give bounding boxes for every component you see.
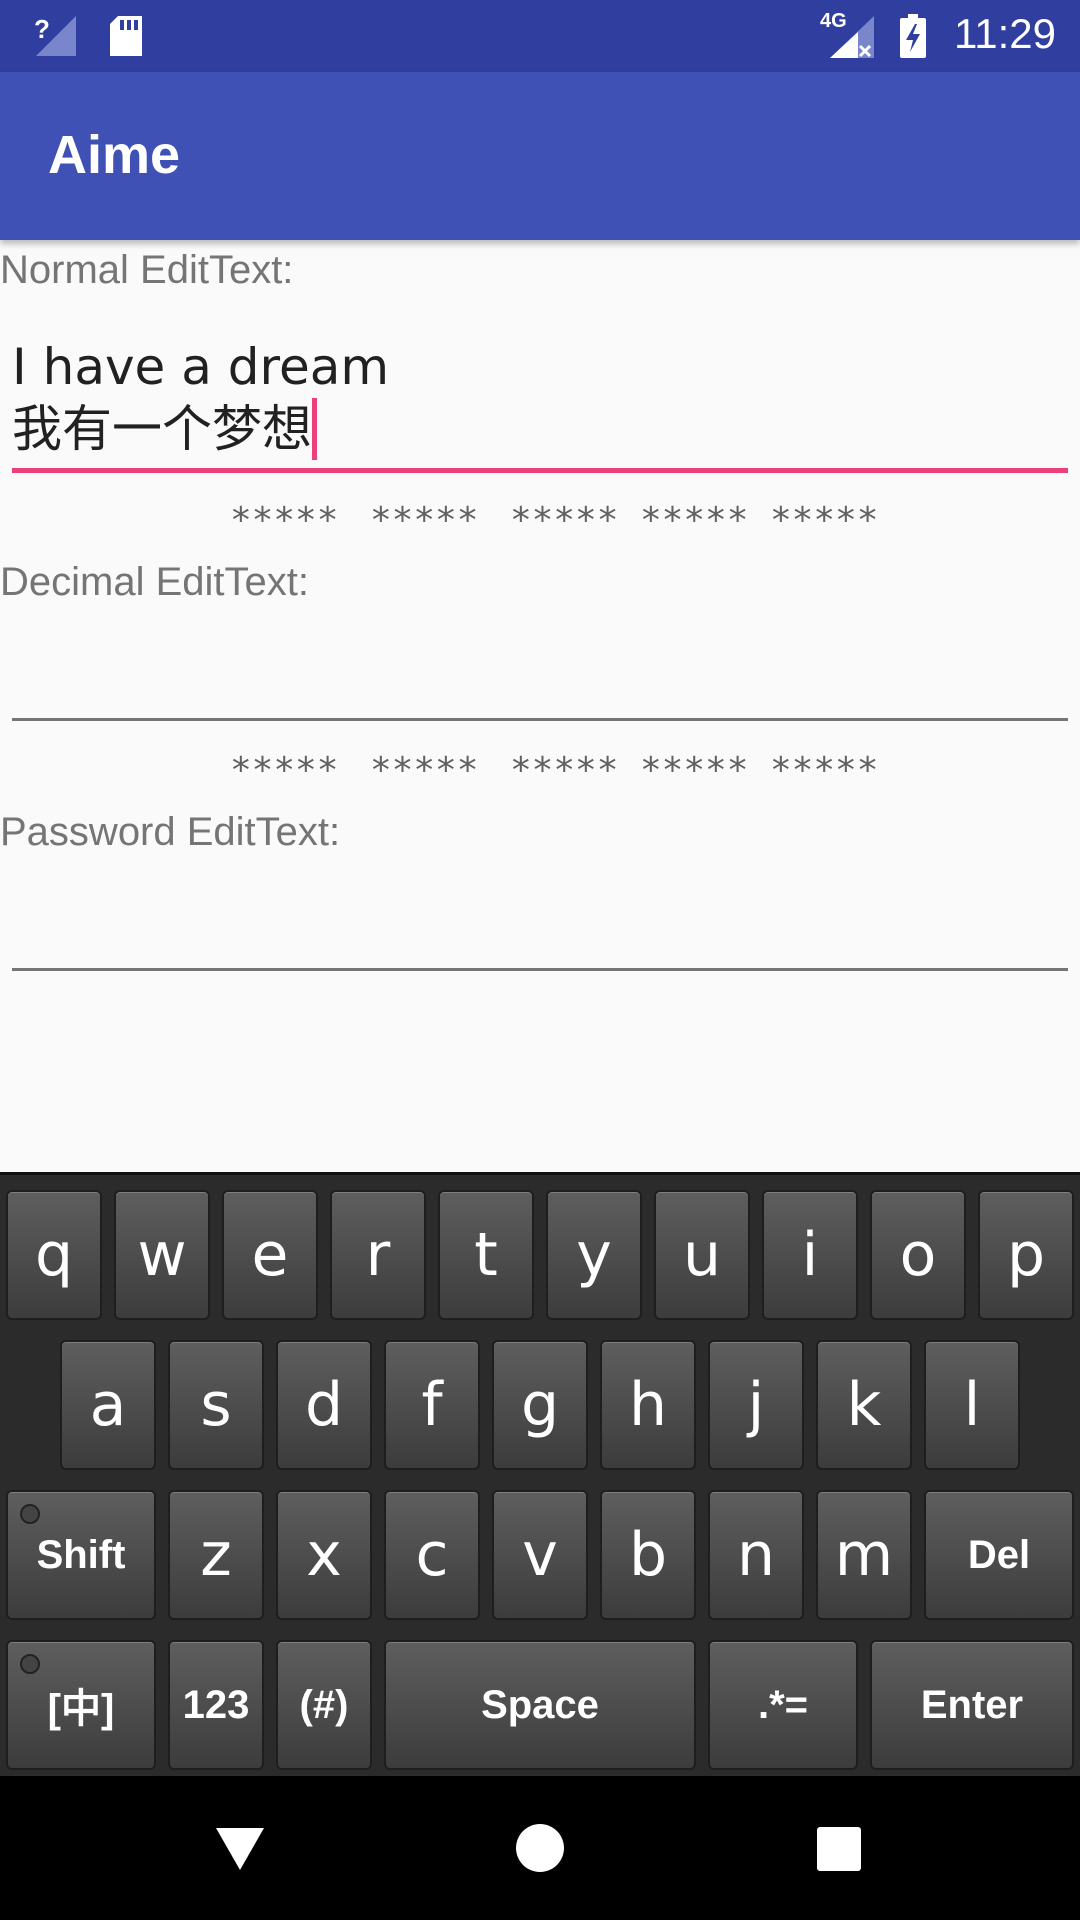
home-icon[interactable] [514, 1822, 566, 1874]
key-m[interactable]: m [816, 1490, 912, 1620]
separator-stars: ***** [370, 500, 479, 541]
key-v[interactable]: v [492, 1490, 588, 1620]
key-z[interactable]: z [168, 1490, 264, 1620]
normal-edittext-line1: I have a dream [12, 338, 390, 396]
key-x[interactable]: x [276, 1490, 372, 1620]
language-key-label: [中] [47, 1687, 115, 1731]
separator-stars: ***** [510, 500, 619, 541]
key-a[interactable]: a [60, 1340, 156, 1470]
key-h[interactable]: h [600, 1340, 696, 1470]
separator-stars: ***** [510, 750, 619, 791]
language-key[interactable]: [中] [6, 1640, 156, 1770]
normal-edittext-line2-row: 我有一个梦想 [12, 398, 1068, 460]
text-cursor [312, 398, 317, 460]
svg-text:?: ? [34, 14, 50, 44]
battery-charging-icon [900, 14, 926, 58]
key-n[interactable]: n [708, 1490, 804, 1620]
symbols-key[interactable]: (#) [276, 1640, 372, 1770]
clock: 11:29 [954, 10, 1056, 57]
password-edittext-label: Password EditText: [0, 810, 341, 854]
separator-stars: ***** [770, 500, 879, 541]
key-q[interactable]: q [6, 1190, 102, 1320]
normal-edittext[interactable]: I have a dream 我有一个梦想 [12, 336, 1068, 460]
separator-stars: ***** [370, 750, 479, 791]
separator-stars: ***** [640, 750, 749, 791]
key-p[interactable]: p [978, 1190, 1074, 1320]
normal-edittext-underline [12, 468, 1068, 473]
key-s[interactable]: s [168, 1340, 264, 1470]
key-w[interactable]: w [114, 1190, 210, 1320]
shift-indicator-icon [20, 1504, 40, 1524]
password-edittext[interactable] [12, 880, 1068, 968]
back-icon[interactable] [214, 1826, 266, 1872]
decimal-edittext-underline [12, 718, 1068, 721]
key-k[interactable]: k [816, 1340, 912, 1470]
separator-stars: ***** [230, 750, 339, 791]
key-l[interactable]: l [924, 1340, 1020, 1470]
key-r[interactable]: r [330, 1190, 426, 1320]
key-t[interactable]: t [438, 1190, 534, 1320]
numbers-key[interactable]: 123 [168, 1640, 264, 1770]
key-b[interactable]: b [600, 1490, 696, 1620]
separator-stars: ***** [640, 500, 749, 541]
enter-key[interactable]: Enter [870, 1640, 1074, 1770]
signal-unknown-icon: ? [34, 14, 76, 56]
key-c[interactable]: c [384, 1490, 480, 1620]
space-key[interactable]: Space [384, 1640, 696, 1770]
key-y[interactable]: y [546, 1190, 642, 1320]
app-bar: Aime [0, 72, 1080, 240]
key-i[interactable]: i [762, 1190, 858, 1320]
key-j[interactable]: j [708, 1340, 804, 1470]
key-d[interactable]: d [276, 1340, 372, 1470]
key-e[interactable]: e [222, 1190, 318, 1320]
decimal-edittext[interactable] [12, 630, 1068, 718]
separator-stars: ***** [230, 500, 339, 541]
decimal-edittext-label: Decimal EditText: [0, 560, 309, 604]
app-title: Aime [48, 125, 181, 185]
key-o[interactable]: o [870, 1190, 966, 1320]
network-type-label: 4G [820, 10, 847, 32]
language-indicator-icon [20, 1654, 40, 1674]
status-bar: ? 4G 11:29 [0, 0, 1080, 72]
key-g[interactable]: g [492, 1340, 588, 1470]
normal-edittext-label: Normal EditText: [0, 248, 294, 292]
password-edittext-underline [12, 968, 1068, 971]
navigation-bar [0, 1776, 1080, 1920]
delete-key[interactable]: Del [924, 1490, 1074, 1620]
recents-icon[interactable] [816, 1826, 862, 1872]
shift-key[interactable]: Shift [6, 1490, 156, 1620]
shift-key-label: Shift [36, 1532, 126, 1577]
sd-card-icon [110, 16, 142, 56]
normal-edittext-line2: 我有一个梦想 [12, 400, 312, 458]
soft-keyboard: q w e r t y u i o p a s d f g h j k l Sh… [0, 1172, 1080, 1776]
punctuation-key[interactable]: .*= [708, 1640, 858, 1770]
key-u[interactable]: u [654, 1190, 750, 1320]
separator-stars: ***** [770, 750, 879, 791]
key-f[interactable]: f [384, 1340, 480, 1470]
